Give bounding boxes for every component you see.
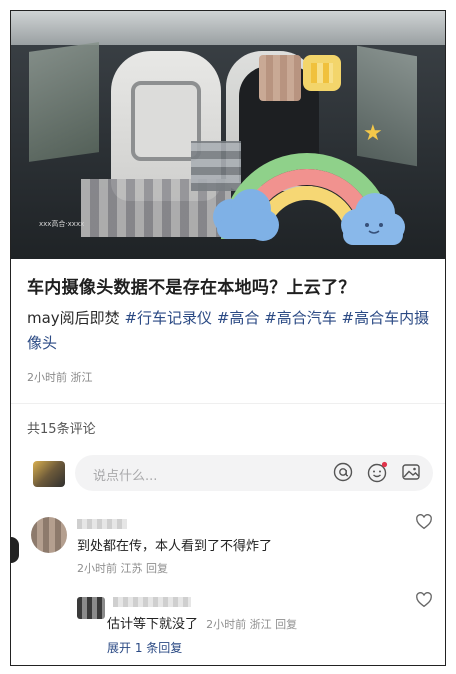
section-divider bbox=[11, 403, 445, 404]
reply-button[interactable]: 回复 bbox=[275, 618, 297, 631]
partial-avatar-edge bbox=[11, 537, 19, 563]
rainbow-sticker bbox=[213, 153, 405, 245]
comment-text: 到处都在传，本人看到了不得炸了 bbox=[77, 539, 273, 554]
heart-icon[interactable] bbox=[415, 591, 433, 609]
replier-avatar[interactable] bbox=[77, 597, 105, 619]
tag-hiphi[interactable]: #高合 bbox=[217, 309, 260, 327]
car-window-left bbox=[29, 42, 99, 162]
camera-watermark: xxx高合·xxxx bbox=[39, 220, 85, 228]
car-windshield bbox=[11, 11, 445, 45]
tag-hiphi-auto[interactable]: #高合汽车 bbox=[264, 309, 337, 327]
post-meta: 2小时前 浙江 bbox=[27, 369, 93, 385]
post-body: may阅后即焚 #行车记录仪 #高合 #高合汽车 #高合车内摄像头 bbox=[27, 306, 441, 356]
reply-meta: 2小时前 浙江 回复 bbox=[206, 618, 298, 631]
heart-icon[interactable] bbox=[415, 513, 433, 531]
pixelated-face bbox=[259, 55, 301, 101]
post-location: 浙江 bbox=[70, 371, 93, 384]
sticker-pixelated-yellow bbox=[303, 55, 341, 91]
post-time: 2小时前 bbox=[27, 371, 67, 384]
comment-count: 共15条评论 bbox=[27, 422, 96, 437]
reply-text: 估计等下就没了 2小时前 浙江 回复 bbox=[107, 617, 298, 632]
at-icon[interactable] bbox=[331, 460, 355, 484]
post-title: 车内摄像头数据不是存在本地吗？上云了？ bbox=[27, 278, 356, 298]
reply-button[interactable]: 回复 bbox=[146, 562, 168, 575]
post-detail-screen: xxx高合·xxxx ★ 车内摄像头数据不是存在本地吗？上云了？ may阅后即焚… bbox=[10, 10, 446, 666]
image-icon[interactable] bbox=[399, 460, 423, 484]
commenter-name-blurred[interactable] bbox=[77, 519, 127, 529]
comment-input-placeholder: 说点什么... bbox=[93, 469, 158, 484]
comment-meta: 2小时前 江苏 回复 bbox=[77, 562, 168, 575]
commenter-avatar[interactable] bbox=[31, 517, 67, 553]
tag-dashcam[interactable]: #行车记录仪 bbox=[124, 309, 212, 327]
emoji-icon[interactable] bbox=[365, 460, 389, 484]
replier-name-blurred[interactable] bbox=[113, 597, 191, 607]
post-author-caption: may阅后即焚 bbox=[27, 309, 120, 327]
my-avatar[interactable] bbox=[33, 461, 65, 487]
expand-replies-link[interactable]: 展开 1 条回复 bbox=[107, 639, 182, 656]
